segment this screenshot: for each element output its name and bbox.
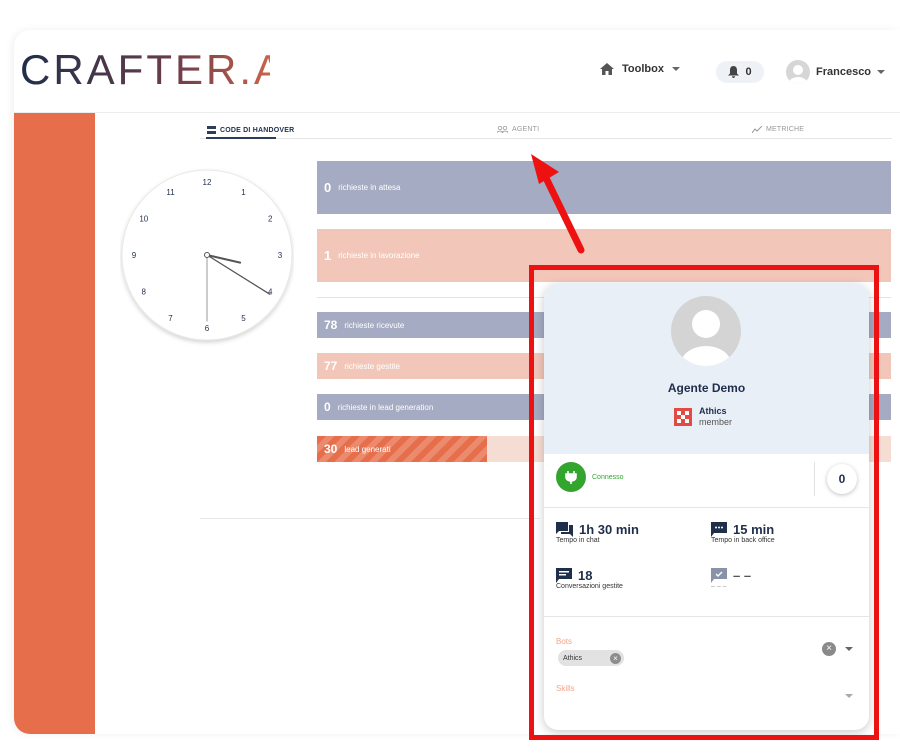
clock-number: 7 bbox=[168, 314, 173, 323]
stat-label: richieste ricevute bbox=[344, 320, 405, 330]
annotation-highlight-box bbox=[529, 265, 879, 740]
header-divider bbox=[14, 112, 900, 113]
clock-number: 11 bbox=[166, 188, 175, 197]
user-menu[interactable]: Francesco bbox=[786, 60, 886, 84]
tabs-divider bbox=[200, 138, 892, 139]
stat-bar-waiting: 0 richieste in attesa bbox=[317, 161, 891, 214]
tab-handover-queues[interactable]: CODE DI HANDOVER bbox=[207, 126, 294, 134]
stat-label: richieste in lead generation bbox=[337, 402, 434, 412]
tab-label: AGENTI bbox=[512, 126, 540, 133]
people-icon bbox=[497, 126, 508, 133]
tab-label: CODE DI HANDOVER bbox=[220, 126, 295, 134]
tab-metrics[interactable]: METRICHE bbox=[752, 126, 804, 133]
notifications-button[interactable]: 0 bbox=[716, 61, 764, 83]
crafter-ai-logo[interactable]: CRAFTER.AI bbox=[20, 48, 270, 92]
content-divider bbox=[200, 518, 540, 519]
stat-value: 0 bbox=[324, 180, 332, 195]
stat-value: 77 bbox=[324, 359, 338, 373]
stat-label: richieste gestite bbox=[344, 361, 400, 371]
clock-number: 4 bbox=[268, 288, 273, 297]
leads-progress-fill bbox=[317, 436, 488, 462]
analog-clock: 121234567891011 bbox=[121, 169, 293, 341]
tab-agents[interactable]: AGENTI bbox=[497, 126, 539, 133]
active-tab-indicator bbox=[206, 137, 276, 139]
tab-label: METRICHE bbox=[766, 126, 805, 133]
stat-value: 1 bbox=[324, 248, 332, 263]
stat-value: 78 bbox=[324, 318, 338, 332]
stat-label: richieste in attesa bbox=[338, 183, 401, 192]
queue-icon bbox=[207, 126, 216, 134]
svg-text:CRAFTER.AI: CRAFTER.AI bbox=[20, 48, 270, 92]
annotation-arrow bbox=[531, 154, 585, 254]
clock-number: 12 bbox=[203, 178, 212, 187]
toolbox-menu[interactable]: Toolbox bbox=[600, 63, 680, 75]
clock-center-pin bbox=[204, 252, 210, 258]
trend-icon bbox=[752, 126, 762, 133]
clock-number: 9 bbox=[132, 251, 137, 260]
user-avatar bbox=[786, 60, 810, 84]
stat-label: lead generati bbox=[344, 444, 391, 454]
person-icon bbox=[789, 65, 807, 84]
bell-icon bbox=[728, 66, 740, 78]
clock-number: 2 bbox=[268, 215, 273, 224]
sidebar bbox=[14, 112, 95, 734]
clock-number: 5 bbox=[241, 314, 246, 323]
clock-number: 3 bbox=[278, 251, 283, 260]
clock-number: 1 bbox=[241, 188, 246, 197]
toolbox-label: Toolbox bbox=[622, 63, 664, 75]
stat-value: 30 bbox=[324, 442, 338, 456]
clock-number: 10 bbox=[139, 215, 148, 224]
chevron-down-icon bbox=[671, 67, 680, 71]
stat-value: 0 bbox=[324, 400, 331, 414]
user-name: Francesco bbox=[816, 66, 872, 78]
clock-number: 8 bbox=[142, 288, 147, 297]
notifications-count: 0 bbox=[745, 66, 752, 78]
clock-number: 6 bbox=[205, 324, 210, 333]
stat-label: richieste in lavorazione bbox=[338, 251, 420, 260]
home-icon bbox=[600, 63, 614, 75]
chevron-down-icon bbox=[877, 70, 886, 74]
